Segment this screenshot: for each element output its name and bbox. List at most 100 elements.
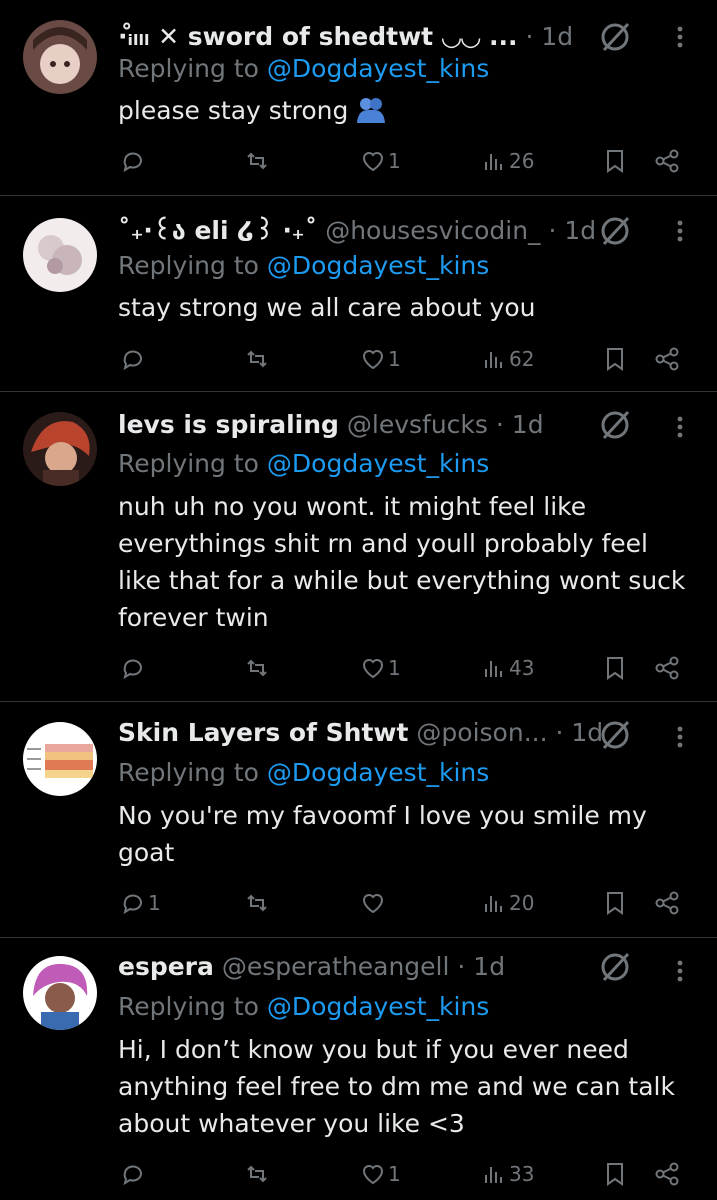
reply-text: Hi, I don’t know you but if you ever nee… xyxy=(118,1035,675,1138)
reply-card[interactable]: levs is spiraling @levsfucks · 1d Replyi… xyxy=(0,392,717,702)
bookmark-button[interactable] xyxy=(602,1156,628,1192)
views-icon xyxy=(485,1167,502,1183)
views-count: 62 xyxy=(509,347,535,371)
like-button[interactable]: 1 xyxy=(360,341,401,377)
share-button[interactable] xyxy=(654,1156,680,1192)
timestamp[interactable]: · 1d xyxy=(457,952,505,981)
avatar[interactable] xyxy=(23,412,97,486)
share-icon xyxy=(655,347,679,371)
reply-header: ˚₊‧꒰ა eli ໒꒱ ‧₊˚ @housesvicodin_ · 1d xyxy=(118,214,617,248)
avatar[interactable] xyxy=(23,722,97,796)
display-name[interactable]: levs is spiraling xyxy=(118,410,339,439)
retweet-button[interactable] xyxy=(244,341,272,377)
timestamp[interactable]: · 1d xyxy=(556,718,604,747)
replying-to: Replying to @Dogdayest_kins xyxy=(118,447,489,481)
retweet-button[interactable] xyxy=(244,1156,272,1192)
share-button[interactable] xyxy=(654,885,680,921)
retweet-button[interactable] xyxy=(244,143,272,179)
timestamp[interactable]: · 1d xyxy=(549,216,597,245)
mention-link[interactable]: @Dogdayest_kins xyxy=(267,758,489,787)
handle[interactable]: @levsfucks xyxy=(347,410,488,439)
like-button[interactable]: 1 xyxy=(360,1156,401,1192)
reply-header: Skin Layers of Shtwt @poison... · 1d xyxy=(118,716,617,750)
share-icon xyxy=(655,1162,679,1186)
more-icon[interactable] xyxy=(668,410,692,444)
like-icon xyxy=(362,1165,384,1185)
reply-button[interactable] xyxy=(120,1156,148,1192)
reply-button[interactable] xyxy=(120,341,148,377)
mention-link[interactable]: @Dogdayest_kins xyxy=(267,54,489,83)
reply-text: No you're my favoomf I love you smile my… xyxy=(118,801,647,867)
reply-text: please stay strong xyxy=(118,92,698,129)
timestamp[interactable]: · 1d xyxy=(496,410,544,439)
action-bar: 1 33 xyxy=(0,1156,717,1192)
reply-card[interactable]: espera @esperatheangell · 1d Replying to… xyxy=(0,938,717,1200)
views-button[interactable]: 43 xyxy=(481,650,534,686)
more-icon[interactable] xyxy=(668,720,692,754)
like-button[interactable] xyxy=(360,885,388,921)
bookmark-button[interactable] xyxy=(602,143,628,179)
like-count: 1 xyxy=(388,149,401,173)
reply-icon xyxy=(123,894,142,915)
display-name[interactable]: ·ᵢ̊ₗₗₗ ✕ sword of shedtwt ◡◡ ... xyxy=(118,22,518,51)
reply-card[interactable]: Skin Layers of Shtwt @poison... · 1d Rep… xyxy=(0,702,717,938)
grok-icon[interactable] xyxy=(598,20,632,54)
handle[interactable]: @housesvicodin_ xyxy=(325,216,540,245)
handle[interactable]: @esperatheangell xyxy=(222,952,450,981)
reply-text: stay strong we all care about you xyxy=(118,293,536,322)
grok-icon[interactable] xyxy=(598,718,632,752)
reply-button[interactable]: 1 xyxy=(120,885,161,921)
replying-label: Replying to xyxy=(118,251,259,280)
views-button[interactable]: 62 xyxy=(481,341,534,377)
retweet-button[interactable] xyxy=(244,885,272,921)
more-icon[interactable] xyxy=(668,20,692,54)
replying-label: Replying to xyxy=(118,449,259,478)
bookmark-button[interactable] xyxy=(602,885,628,921)
more-icon[interactable] xyxy=(668,214,692,248)
views-button[interactable]: 26 xyxy=(481,143,534,179)
bookmark-icon xyxy=(607,892,623,915)
retweet-icon xyxy=(247,659,267,677)
retweet-button[interactable] xyxy=(244,650,272,686)
share-button[interactable] xyxy=(654,341,680,377)
bookmark-button[interactable] xyxy=(602,341,628,377)
grok-icon[interactable] xyxy=(598,950,632,984)
bookmark-icon xyxy=(607,1163,623,1186)
avatar[interactable] xyxy=(23,218,97,292)
display-name[interactable]: ˚₊‧꒰ა eli ໒꒱ ‧₊˚ xyxy=(118,216,317,245)
replying-to: Replying to @Dogdayest_kins xyxy=(118,756,489,790)
mention-link[interactable]: @Dogdayest_kins xyxy=(267,449,489,478)
action-bar: 1 43 xyxy=(0,650,717,686)
timestamp[interactable]: · 1d xyxy=(525,22,573,51)
grok-icon[interactable] xyxy=(598,214,632,248)
views-button[interactable]: 20 xyxy=(481,885,534,921)
views-button[interactable]: 33 xyxy=(481,1156,534,1192)
share-button[interactable] xyxy=(654,143,680,179)
share-button[interactable] xyxy=(654,650,680,686)
avatar[interactable] xyxy=(23,956,97,1030)
more-icon[interactable] xyxy=(668,954,692,988)
share-icon xyxy=(655,891,679,915)
grok-icon[interactable] xyxy=(598,408,632,442)
reply-button[interactable] xyxy=(120,143,148,179)
display-name[interactable]: espera xyxy=(118,952,214,981)
reply-card[interactable]: ·ᵢ̊ₗₗₗ ✕ sword of shedtwt ◡◡ ... · 1d Re… xyxy=(0,0,717,196)
mention-link[interactable]: @Dogdayest_kins xyxy=(267,992,489,1021)
reply-card[interactable]: ˚₊‧꒰ა eli ໒꒱ ‧₊˚ @housesvicodin_ · 1d Re… xyxy=(0,196,717,392)
bookmark-button[interactable] xyxy=(602,650,628,686)
bookmark-icon xyxy=(607,657,623,680)
replying-label: Replying to xyxy=(118,54,259,83)
replying-label: Replying to xyxy=(118,758,259,787)
avatar[interactable] xyxy=(23,20,97,94)
like-icon xyxy=(362,350,384,370)
views-count: 43 xyxy=(509,656,535,680)
handle[interactable]: @poison... xyxy=(416,718,547,747)
display-name[interactable]: Skin Layers of Shtwt xyxy=(118,718,408,747)
mention-link[interactable]: @Dogdayest_kins xyxy=(267,251,489,280)
retweet-icon xyxy=(247,152,267,170)
reply-button[interactable] xyxy=(120,650,148,686)
like-button[interactable]: 1 xyxy=(360,143,401,179)
like-button[interactable]: 1 xyxy=(360,650,401,686)
bookmark-icon xyxy=(607,150,623,173)
retweet-icon xyxy=(247,350,267,368)
